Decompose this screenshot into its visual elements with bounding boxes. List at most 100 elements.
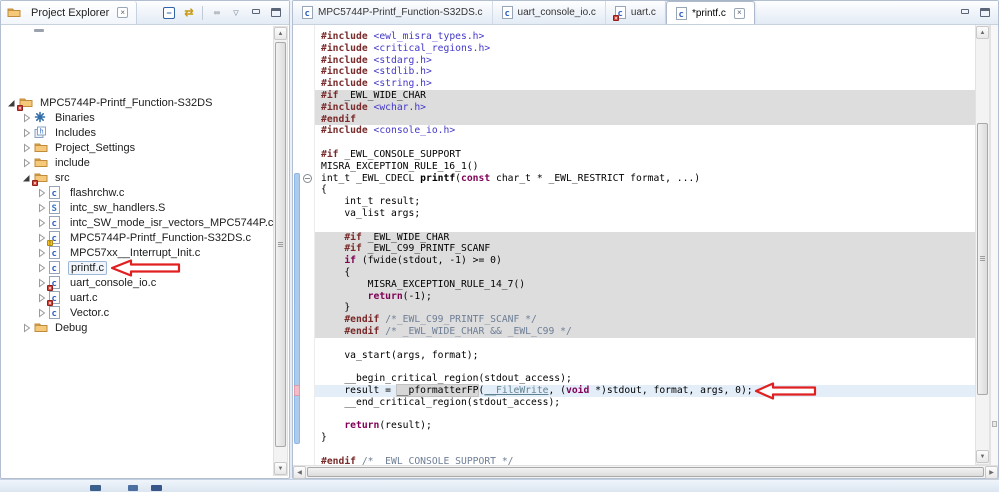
project-explorer-view-tab[interactable]: Project Explorer × [1, 1, 138, 24]
svg-text:h: h [40, 128, 44, 136]
tree-item-label: uart.c [70, 291, 98, 304]
tree-item-MPC5744P-Printf_Function-S32DS.c[interactable]: c! MPC5744P-Printf_Function-S32DS.c [1, 230, 273, 247]
cut-off-icon-fragment [151, 485, 162, 491]
tree-item-Includes[interactable]: h Includes [1, 125, 273, 140]
expand-twisty-icon[interactable] [22, 158, 31, 168]
code-line-7: #include <wchar.h> [315, 101, 975, 114]
tree-item-Vector.c[interactable]: c Vector.c [1, 305, 273, 320]
tree-item-Project_Settings[interactable]: Project_Settings [1, 140, 273, 155]
tree-item-uart.c[interactable]: c × uart.c [1, 290, 273, 307]
folder-icon [7, 6, 22, 19]
tree-item-MPC5744P-Printf_Function-S32DS[interactable]: × MPC5744P-Printf_Function-S32DS [1, 95, 273, 112]
collapse-twisty-icon[interactable] [7, 98, 16, 108]
code-line-18: #if _EWL_WIDE_CHAR [315, 231, 975, 244]
hyperlinked-symbol[interactable]: __FileWrite [484, 385, 548, 396]
project-explorer-panel: Project Explorer × − ⇄ ●● ▽ × MPC5744P-Pr… [0, 0, 290, 479]
expand-twisty-icon[interactable] [22, 128, 31, 138]
code-line-25: #endif /*_EWL_C99_PRINTF_SCANF */ [315, 314, 975, 326]
close-view-icon[interactable]: × [117, 7, 129, 18]
expand-twisty-icon[interactable] [37, 263, 46, 273]
scroll-left-icon[interactable]: ◀ [293, 466, 306, 479]
svg-text:c: c [305, 9, 310, 19]
code-line-22: MISRA_EXCEPTION_RULE_14_7() [315, 278, 975, 291]
code-line-31: result = __pformatterFP(__FileWrite, (vo… [315, 383, 975, 397]
scroll-up-icon[interactable]: ▲ [274, 27, 287, 40]
tree-scrollbar[interactable]: ▲ ▼ [273, 26, 288, 476]
tree-item-Debug[interactable]: Debug [1, 320, 273, 335]
error-badge: × [32, 180, 38, 187]
editor-hscrollbar[interactable]: ◀ ▶ [293, 465, 998, 479]
tree-item-intc_sw_handlers.S[interactable]: Sintc_sw_handlers.S [1, 200, 273, 215]
tree-item-printf.c[interactable]: c printf.c [1, 260, 273, 275]
editor-hscrollbar-thumb[interactable] [307, 467, 984, 477]
tree-item-label: flashrchw.c [70, 186, 125, 199]
expand-twisty-icon[interactable] [37, 278, 46, 288]
view-menu-icon[interactable]: ▽ [229, 6, 243, 20]
expand-twisty-icon[interactable] [37, 188, 46, 198]
tree-item-src[interactable]: × src [1, 170, 273, 187]
error-badge: × [17, 105, 23, 112]
maximize-view-icon[interactable] [269, 6, 283, 20]
scroll-right-icon[interactable]: ▶ [985, 466, 998, 479]
collapse-region-icon[interactable] [303, 173, 312, 183]
editor-tab-uart_console_io.c[interactable]: c uart_console_io.c [493, 1, 606, 24]
code-line-13: int_t _EWL_CDECL printf(const char_t * _… [321, 172, 701, 184]
editor-tab-MPC5744P-Printf_Function-S32DS.c[interactable]: c MPC5744P-Printf_Function-S32DS.c [293, 1, 493, 24]
tree-item-flashrchw.c[interactable]: c flashrchw.c [1, 185, 273, 200]
link-with-editor-icon[interactable]: ⇄ [182, 6, 196, 20]
code-editor[interactable]: #include <ewl_misra_types.h> #include <cr… [315, 25, 975, 465]
scroll-down-icon[interactable]: ▼ [976, 450, 989, 463]
overview-annotation-mark[interactable] [992, 421, 997, 427]
toolbar-separator [202, 5, 203, 20]
close-tab-icon[interactable]: × [733, 7, 745, 19]
minimize-view-icon[interactable] [249, 6, 263, 20]
maximize-editor-icon[interactable] [978, 6, 992, 20]
expand-twisty-icon[interactable] [37, 233, 46, 243]
code-line-14: { [321, 184, 327, 196]
scroll-up-icon[interactable]: ▲ [976, 26, 989, 39]
code-line-4: #include <stdlib.h> [321, 66, 432, 78]
scroll-down-icon[interactable]: ▼ [274, 462, 287, 475]
occurrence-ruler-marker [294, 385, 300, 396]
svg-text:c: c [52, 309, 57, 319]
tree-scrollbar-thumb[interactable] [275, 42, 286, 447]
tree-item-include[interactable]: include [1, 155, 273, 170]
editor-tab-label: *printf.c [691, 7, 726, 19]
expand-twisty-icon[interactable] [22, 323, 31, 333]
folder-icon: × [32, 171, 49, 187]
expand-twisty-icon[interactable] [37, 203, 46, 213]
collapse-twisty-icon[interactable] [22, 173, 31, 183]
expand-twisty-icon[interactable] [22, 113, 31, 123]
overview-ruler[interactable] [990, 25, 998, 465]
editor-vscrollbar[interactable]: ▲ ▼ [975, 25, 990, 465]
tree-item-MPC57xx__Interrupt_Init.c[interactable]: c MPC57xx__Interrupt_Init.c [1, 245, 273, 260]
c-file-icon: c [675, 6, 687, 20]
svg-text:c: c [52, 219, 57, 229]
project-tree[interactable]: × MPC5744P-Printf_Function-S32DS Binaries h… [1, 25, 273, 476]
collapse-all-icon[interactable]: − [162, 6, 176, 20]
editor-tab-uart.c[interactable]: c × uart.c [606, 1, 666, 24]
expand-twisty-icon[interactable] [37, 293, 46, 303]
minimize-editor-icon[interactable] [958, 6, 972, 20]
tree-item-Binaries[interactable]: Binaries [1, 110, 273, 125]
expand-twisty-icon[interactable] [37, 218, 46, 228]
code-line-1: #include <ewl_misra_types.h> [321, 31, 485, 42]
focus-task-icon: ●● [213, 8, 221, 17]
tree-item-intc_SW_mode_isr_vectors_MPC5744P.c[interactable]: c intc_SW_mode_isr_vectors_MPC5744P.c [1, 215, 273, 230]
expand-twisty-icon[interactable] [37, 248, 46, 258]
expand-twisty-icon[interactable] [22, 143, 31, 153]
folder-open-icon [34, 321, 49, 334]
expand-twisty-icon[interactable] [37, 308, 46, 318]
tree-item-label: Binaries [55, 111, 95, 124]
editor-vscrollbar-thumb[interactable] [977, 123, 988, 395]
editor-tab--printf.c[interactable]: c *printf.c × [665, 1, 755, 24]
tree-item-uart_console_io.c[interactable]: c × uart_console_io.c [1, 275, 273, 292]
editor-tab-bar: c MPC5744P-Printf_Function-S32DS.c c uart_c… [293, 1, 998, 25]
cfile-icon: c! [47, 231, 64, 247]
vertical-ruler[interactable] [293, 25, 301, 465]
folding-column[interactable] [301, 25, 315, 465]
